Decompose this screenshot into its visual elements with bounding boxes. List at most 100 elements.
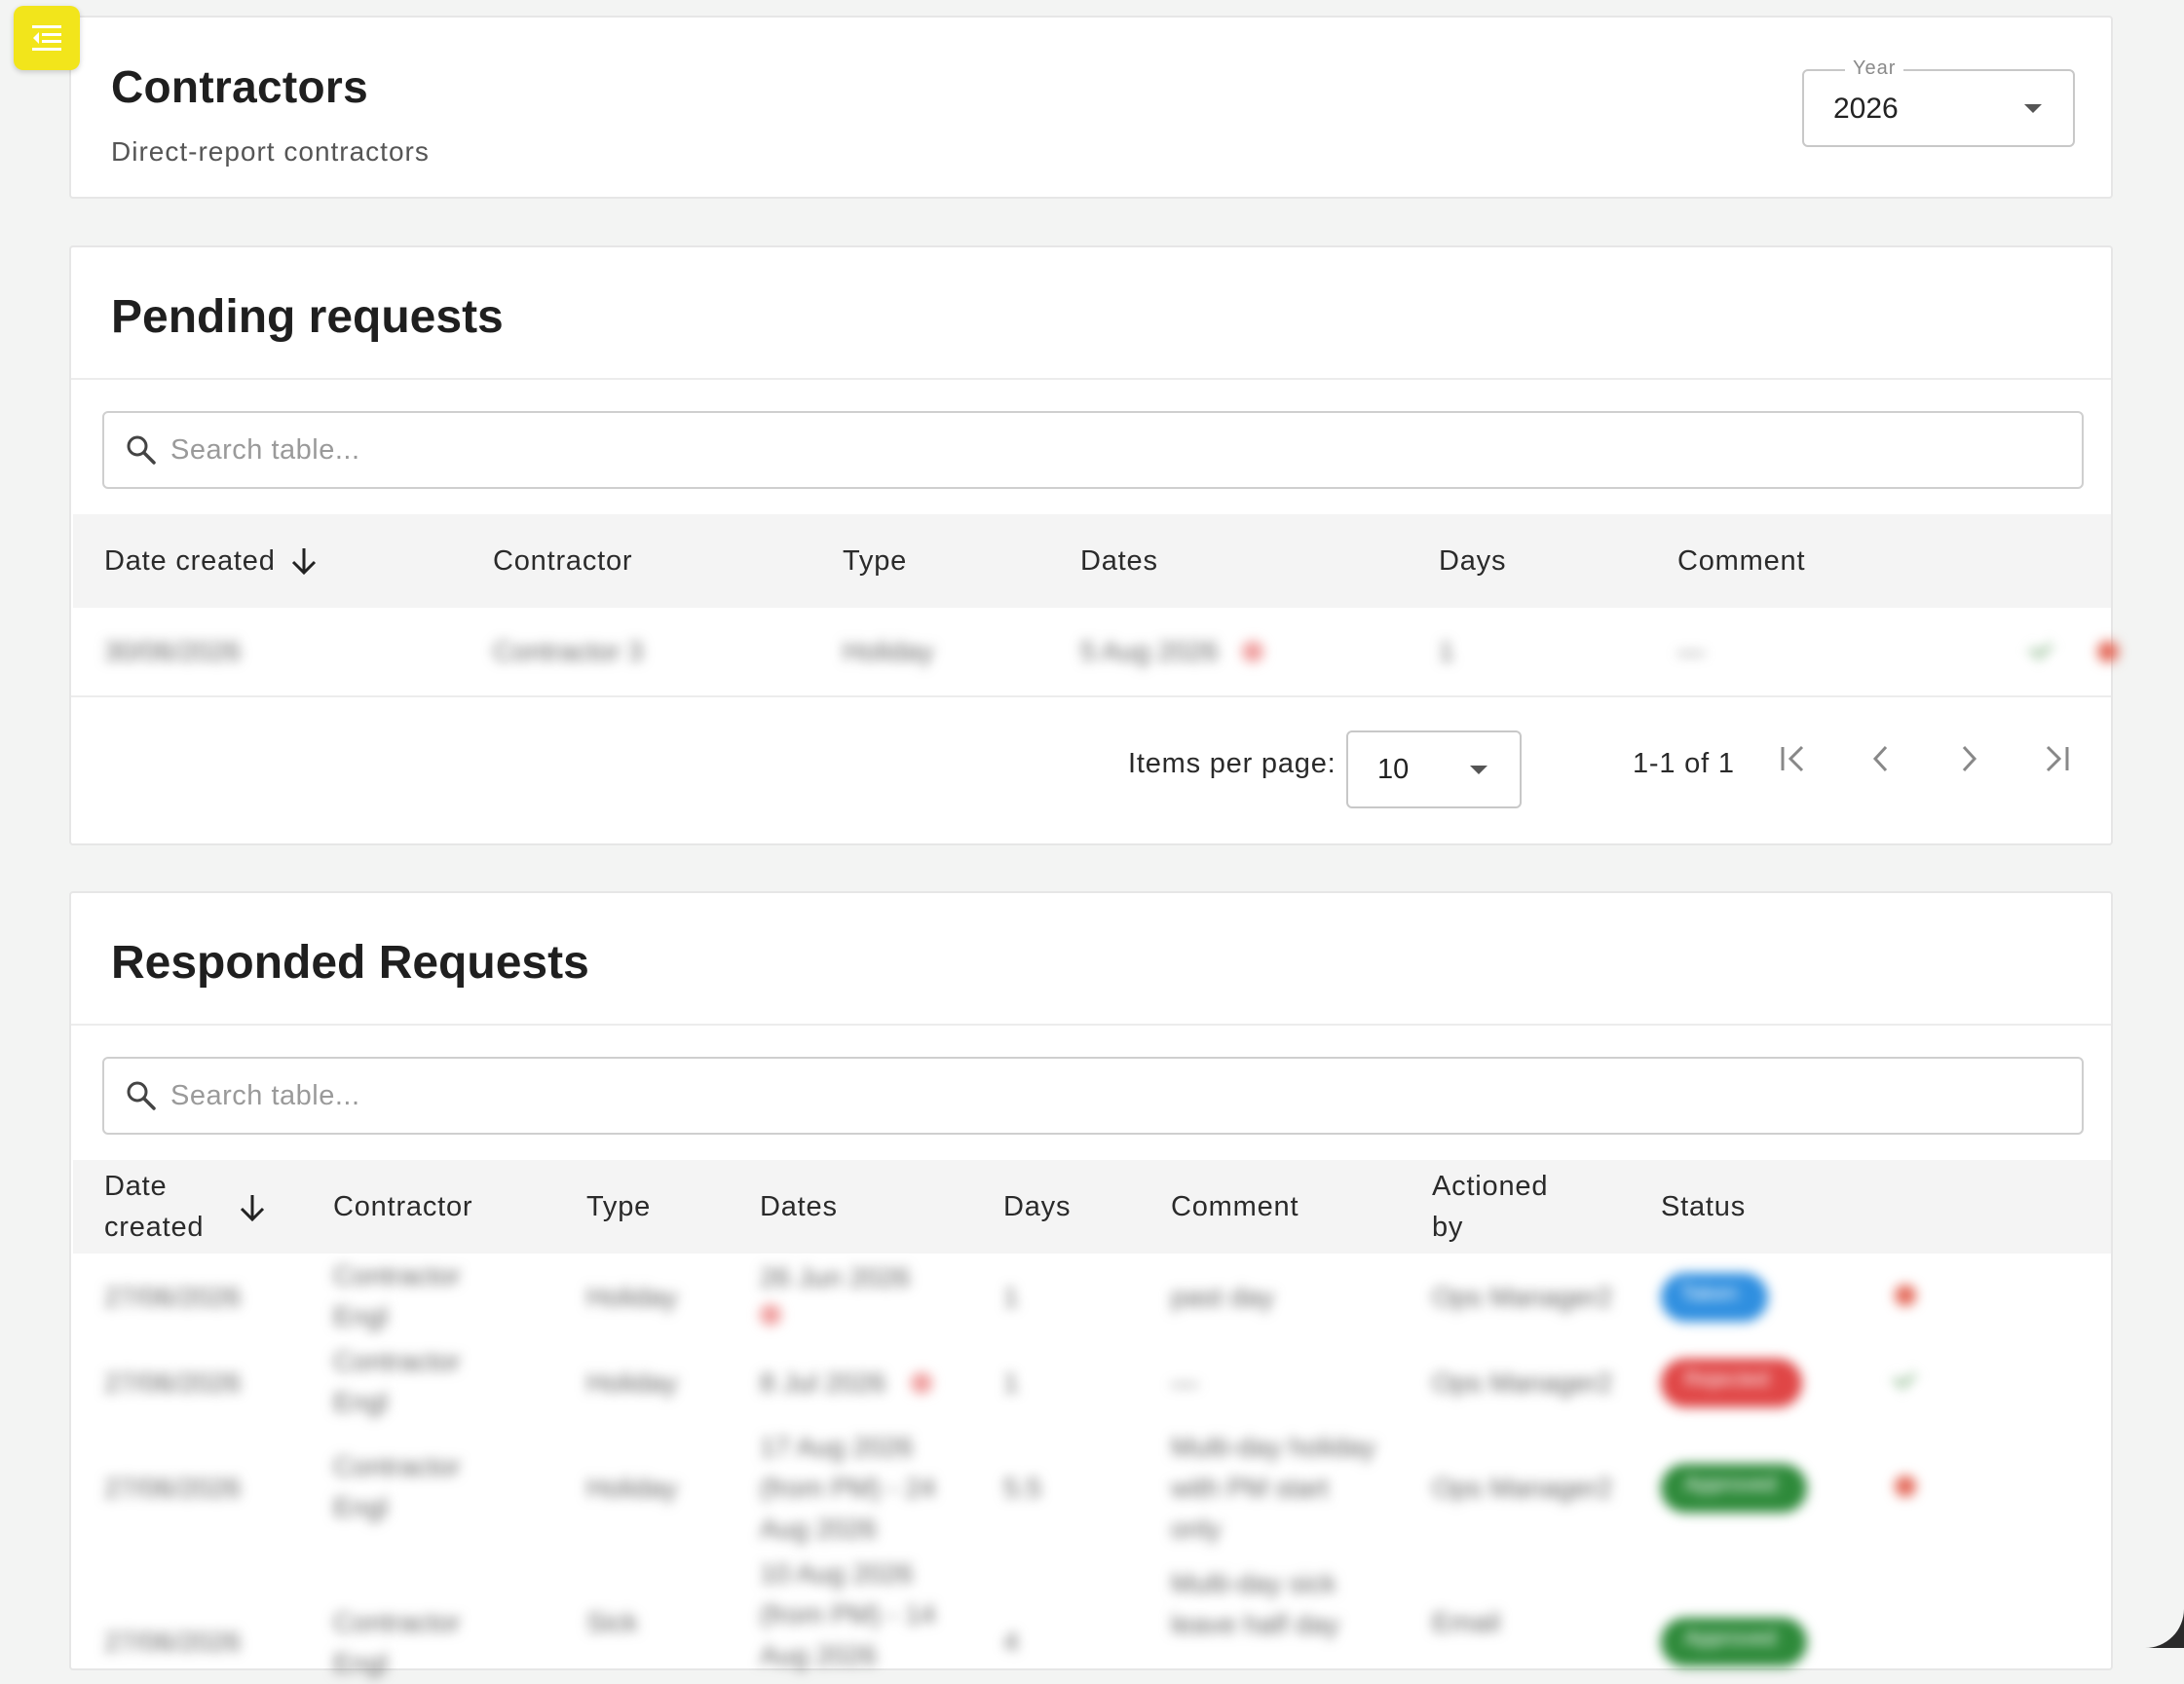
column-header-date-created[interactable]: Date created — [104, 541, 318, 581]
cell-contractor: Contractor Engl — [333, 1607, 461, 1678]
cell-contractor: Contractor 3 — [493, 636, 644, 666]
cell-dates: 26 Jun 2026 — [760, 1262, 911, 1292]
cell-days: 1 — [1439, 636, 1454, 666]
app-frame: Contractors Direct-report contractors Ye… — [0, 0, 2184, 1678]
column-header-dates[interactable]: Dates — [1080, 541, 1158, 581]
cell-type: Holiday — [586, 1367, 678, 1398]
column-header-days[interactable]: Days — [1439, 541, 1506, 581]
column-header-date-created[interactable]: Date created — [104, 1166, 211, 1248]
items-per-page-label: Items per page: — [1128, 748, 1337, 779]
search-input[interactable]: Search table... — [102, 411, 2084, 489]
table-row: 27/06/2026 Contractor Engl Holiday 26 Ju… — [73, 1254, 2111, 1339]
table-row: 27/06/2026 Contractor Engl Sick 10 Aug 2… — [73, 1552, 2111, 1678]
table-header: Date created Contractor Type Dates Days … — [73, 1160, 2111, 1254]
section-title: Pending requests — [111, 291, 504, 343]
table-row: 27/06/2026 Contractor Engl Holiday 17 Au… — [73, 1425, 2111, 1552]
cell-dates: 10 Aug 2026 (from PM) - 14 Aug 2026 — [760, 1558, 936, 1670]
cell-comment: past day — [1171, 1282, 1274, 1312]
cancel-icon[interactable] — [1895, 1476, 1916, 1497]
section-title: Responded Requests — [111, 937, 589, 989]
cell-date-created: 30/06/2026 — [104, 636, 242, 666]
last-page-icon — [2046, 745, 2069, 772]
column-header-days[interactable]: Days — [1003, 1186, 1071, 1227]
menu-toggle-button[interactable] — [14, 6, 80, 70]
responded-requests-card: Responded Requests Search table... Date … — [69, 891, 2113, 1678]
column-header-comment[interactable]: Comment — [1677, 541, 1805, 581]
cell-comment: — — [1171, 1367, 1198, 1398]
cell-type: Holiday — [586, 1473, 678, 1503]
cell-actioned-by: Ops Manager2 — [1432, 1367, 1613, 1398]
cell-type: Holiday — [843, 636, 934, 666]
info-icon — [911, 1372, 932, 1394]
column-header-contractor[interactable]: Contractor — [333, 1186, 472, 1227]
cell-dates: 17 Aug 2026 (from PM) - 24 Aug 2026 — [760, 1432, 936, 1544]
cell-date-created: 27/06/2026 — [104, 1627, 242, 1657]
pagination-range: 1-1 of 1 — [1633, 748, 1735, 779]
cell-date-created: 27/06/2026 — [104, 1367, 242, 1398]
status-badge: Rejected — [1661, 1359, 1802, 1407]
cell-contractor: Contractor Engl — [333, 1260, 461, 1331]
page-subtitle: Direct-report contractors — [111, 136, 430, 167]
column-header-comment[interactable]: Comment — [1171, 1186, 1299, 1227]
column-header-status[interactable]: Status — [1661, 1186, 1746, 1227]
column-header-contractor[interactable]: Contractor — [493, 541, 632, 581]
approve-icon[interactable] — [1892, 1365, 1917, 1390]
cell-actioned-by: Ops Manager2 — [1432, 1282, 1613, 1312]
search-placeholder: Search table... — [170, 1080, 360, 1111]
search-icon — [127, 435, 156, 465]
cell-contractor: Contractor Engl — [333, 1451, 461, 1522]
year-select-label: Year — [1845, 57, 1904, 80]
cell-date-created: 27/06/2026 — [104, 1473, 242, 1503]
pending-requests-card: Pending requests Search table... Date cr… — [69, 245, 2119, 845]
cell-actioned-by: Ops Manager2 — [1432, 1473, 1613, 1503]
cell-type: Holiday — [586, 1282, 678, 1312]
cell-comment: Multi-day holiday with PM start only — [1171, 1432, 1376, 1544]
search-placeholder: Search table... — [170, 434, 360, 466]
arrow-down-icon — [240, 1195, 265, 1222]
table-row: 30/06/2026 Contractor 3 Holiday 5 Aug 20… — [73, 608, 2119, 695]
status-badge: Approved — [1661, 1464, 1807, 1513]
column-header-dates[interactable]: Dates — [760, 1186, 838, 1227]
column-header-type[interactable]: Type — [843, 541, 907, 581]
cell-dates: 5 Aug 2026 — [1080, 636, 1219, 666]
cell-contractor: Contractor Engl — [333, 1346, 461, 1417]
items-per-page-select[interactable]: 10 — [1346, 730, 1522, 808]
next-page-button[interactable] — [1944, 734, 1993, 783]
chevron-right-icon — [1962, 745, 1977, 772]
divider — [71, 1024, 2111, 1026]
divider — [71, 378, 2111, 380]
cell-actioned-by: Email — [1432, 1607, 1501, 1637]
arrow-down-icon — [291, 548, 316, 576]
status-badge: Taken — [1661, 1273, 1768, 1322]
year-select[interactable]: Year 2026 — [1802, 57, 2075, 147]
cell-days: 5.5 — [1003, 1473, 1041, 1503]
previous-page-button[interactable] — [1857, 734, 1905, 783]
window-corner — [2145, 1609, 2184, 1648]
search-input[interactable]: Search table... — [102, 1057, 2084, 1135]
first-page-button[interactable] — [1769, 734, 1818, 783]
table-row: 27/06/2026 Contractor Engl Holiday 8 Jul… — [73, 1339, 2111, 1425]
column-header-type[interactable]: Type — [586, 1186, 651, 1227]
items-per-page-value: 10 — [1377, 754, 1410, 785]
chevron-left-icon — [1872, 745, 1888, 772]
cell-days: 4 — [1003, 1627, 1019, 1657]
reject-icon[interactable] — [2097, 641, 2119, 662]
cell-comment: — — [1677, 636, 1705, 666]
last-page-button[interactable] — [2032, 734, 2081, 783]
search-icon — [127, 1081, 156, 1110]
cancel-icon[interactable] — [1895, 1285, 1916, 1306]
cell-type: Sick — [586, 1607, 638, 1637]
caret-down-icon — [2024, 104, 2042, 113]
column-header-actioned-by[interactable]: Actioned by — [1432, 1166, 1578, 1248]
header-card: Contractors Direct-report contractors Ye… — [69, 16, 2113, 199]
table-header: Date created Contractor Type Dates Days … — [73, 514, 2111, 608]
cell-days: 1 — [1003, 1367, 1019, 1398]
first-page-icon — [1781, 745, 1804, 772]
cell-days: 1 — [1003, 1282, 1019, 1312]
page-title: Contractors — [111, 61, 369, 112]
cell-dates: 8 Jul 2026 — [760, 1367, 886, 1398]
status-badge: Approved — [1661, 1618, 1807, 1666]
approve-icon[interactable] — [2028, 635, 2053, 660]
caret-down-icon — [1470, 766, 1487, 774]
cell-date-created: 27/06/2026 — [104, 1282, 242, 1312]
